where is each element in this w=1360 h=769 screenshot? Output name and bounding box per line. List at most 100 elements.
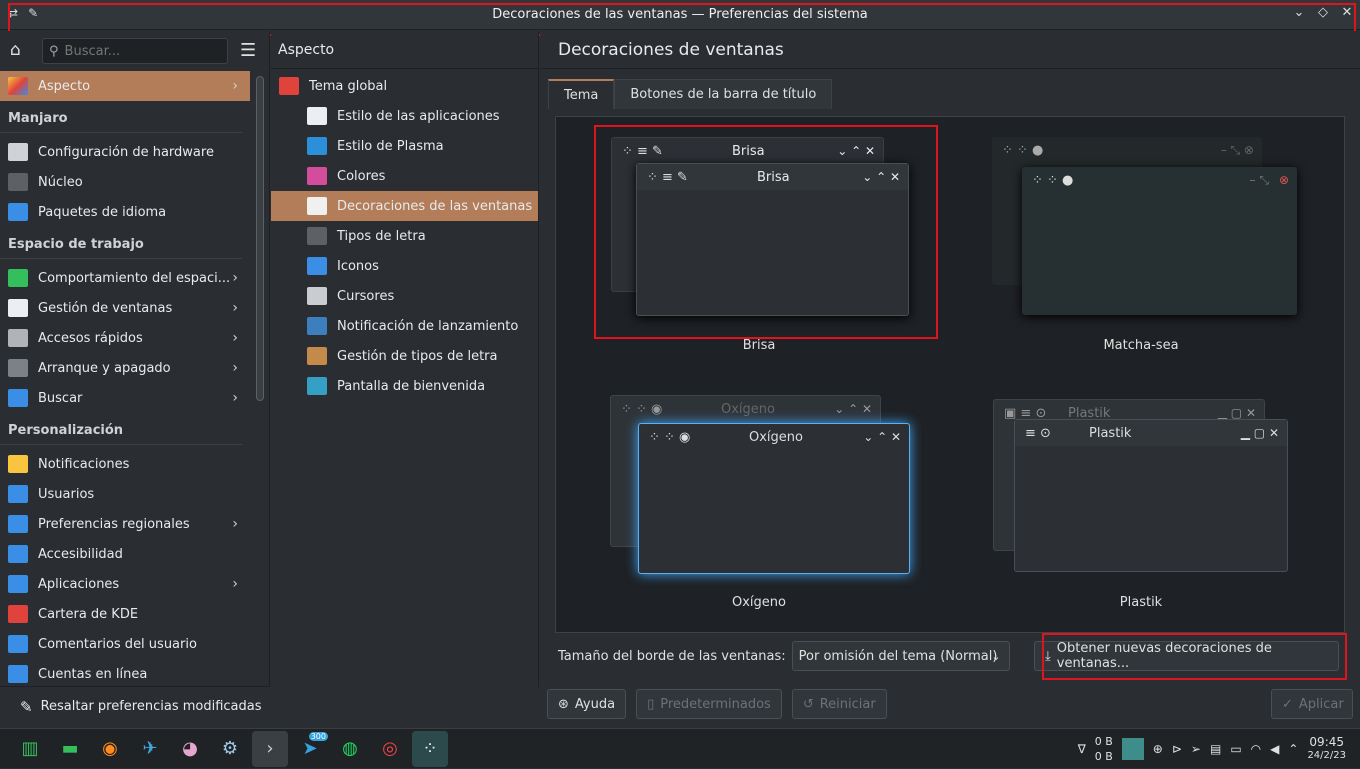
network-speed-icon: ∇ — [1077, 742, 1086, 756]
apply-button[interactable]: ✓ Aplicar — [1271, 689, 1353, 719]
border-size-value: Por omisión del tema (Normal) — [798, 648, 998, 664]
terminal-icon[interactable]: › — [252, 730, 288, 767]
subnav-item-icon — [307, 377, 327, 395]
sidebar-item[interactable]: Cuentas en línea — [0, 659, 250, 689]
monitor-icon[interactable] — [1121, 738, 1144, 760]
expand-tray-icon[interactable]: ⌃ — [1288, 742, 1298, 756]
reset-button[interactable]: ↺ Reiniciar — [791, 689, 887, 719]
hardware-icon — [8, 143, 28, 161]
sidebar-item[interactable]: Accesibilidad — [0, 539, 250, 569]
sidebar-item-label: Buscar — [38, 390, 83, 406]
sidebar-item[interactable]: Accesos rápidos › — [0, 323, 250, 353]
minimize-icon[interactable]: ⌄ — [1292, 5, 1306, 20]
border-size-label: Tamaño del borde de las ventanas: — [558, 648, 786, 664]
sidebar-item-label: Arranque y apagado — [38, 360, 171, 376]
close-icon[interactable]: ✕ — [1340, 5, 1354, 20]
sidebar-item-label: Accesos rápidos — [38, 330, 143, 346]
tab-botones[interactable]: Botones de la barra de título — [614, 79, 833, 109]
manjaro-menu-icon[interactable]: ▥ — [12, 731, 48, 767]
sidebar-item[interactable]: Aplicaciones › — [0, 569, 250, 599]
subnav-item[interactable]: Tipos de letra — [271, 221, 538, 251]
sidebar-item-label: Gestión de ventanas — [38, 300, 173, 316]
keyboard-icon — [8, 329, 28, 347]
sidebar-item[interactable]: Configuración de hardware — [0, 137, 250, 167]
subnav-item[interactable]: Notificación de lanzamiento — [271, 311, 538, 341]
chevron-down-icon: ⌄ — [991, 649, 1001, 663]
hamburger-menu-icon[interactable]: ☰ — [240, 40, 256, 61]
system-settings-icon[interactable]: ⁘ — [412, 730, 448, 767]
sidebar-section-title: Personalización — [0, 413, 242, 445]
app-icon[interactable]: ◕ — [172, 731, 208, 767]
online-accounts-icon — [8, 665, 28, 683]
highlight-changed-button[interactable]: ✎ Resaltar preferencias modificadas — [0, 686, 270, 726]
subnav-item[interactable]: Pantalla de bienvenida — [271, 371, 538, 401]
sidebar-item[interactable]: Usuarios — [0, 479, 250, 509]
clipboard-icon[interactable]: ▤ — [1210, 742, 1221, 756]
wifi-icon[interactable]: ◠ — [1251, 742, 1261, 756]
steam-icon[interactable]: ⚙ — [212, 731, 248, 767]
search-icon — [8, 389, 28, 407]
window-menu-icon[interactable]: ⇄ — [8, 6, 18, 20]
sidebar-item-aspecto[interactable]: Aspecto › — [0, 71, 250, 101]
subnav-item-label: Tipos de letra — [337, 228, 426, 244]
sidebar-scrollbar[interactable] — [256, 76, 264, 401]
sidebar-item[interactable]: Buscar › — [0, 383, 250, 413]
help-button[interactable]: ⊛ Ayuda — [547, 689, 627, 719]
storage-icon[interactable]: ▭ — [1230, 742, 1241, 756]
apply-label: Aplicar — [1298, 696, 1344, 712]
subnav-item[interactable]: Colores — [271, 161, 538, 191]
pin-icon[interactable]: ✎ — [28, 6, 38, 20]
sidebar-item-label: Preferencias regionales — [38, 516, 190, 532]
bell-icon — [8, 455, 28, 473]
sidebar-item[interactable]: Cartera de KDE — [0, 599, 250, 629]
sidebar-item-label: Comportamiento del espaci... — [38, 270, 231, 286]
defaults-icon: ▯ — [647, 696, 655, 712]
subnav-item-icon — [307, 347, 327, 365]
subnav-item-icon — [307, 317, 327, 335]
sidebar-item-label: Paquetes de idioma — [38, 204, 167, 220]
search-box[interactable]: ⚲ — [42, 38, 228, 64]
subnav-item-icon — [307, 257, 327, 275]
sidebar-section-title: Manjaro — [0, 101, 242, 133]
telegram-icon[interactable]: ➤ 300 — [292, 731, 328, 767]
chrome-icon[interactable]: ◎ — [372, 731, 408, 767]
subnav-item[interactable]: Gestión de tipos de letra — [271, 341, 538, 371]
send-icon[interactable]: ➢ — [1191, 742, 1201, 756]
sidebar-item[interactable]: Notificaciones — [0, 449, 250, 479]
sidebar-item[interactable]: Preferencias regionales › — [0, 509, 250, 539]
update-icon[interactable]: ⊕ — [1153, 742, 1163, 756]
sidebar-item[interactable]: Comentarios del usuario — [0, 629, 250, 659]
subnav-item[interactable]: Estilo de las aplicaciones — [271, 101, 538, 131]
sidebar-item[interactable]: Paquetes de idioma — [0, 197, 250, 227]
defaults-button[interactable]: ▯ Predeterminados — [636, 689, 782, 719]
media-icon[interactable]: ⊳ — [1172, 742, 1182, 756]
spotify-icon[interactable]: ◍ — [332, 731, 368, 767]
clock-time: 09:45 — [1309, 735, 1345, 749]
subnav-item[interactable]: Iconos — [271, 251, 538, 281]
window-titlebar: ⇄ ✎ Decoraciones de las ventanas — Prefe… — [0, 0, 1360, 30]
subnav-item[interactable]: Tema global — [271, 71, 538, 101]
subnav-item[interactable]: Cursores — [271, 281, 538, 311]
sidebar-item-label: Comentarios del usuario — [38, 636, 197, 652]
sidebar-item[interactable]: Arranque y apagado › — [0, 353, 250, 383]
preview-window-front: ⁘ ≡ ✎ Brisa ⌄ ⌃ ✕ — [636, 163, 909, 316]
sidebar-item[interactable]: Núcleo — [0, 167, 250, 197]
border-size-select[interactable]: Por omisión del tema (Normal) ⌄ — [791, 641, 1010, 671]
sidebar-item[interactable]: Gestión de ventanas › — [0, 293, 250, 323]
subnav-item-label: Pantalla de bienvenida — [337, 378, 486, 394]
search-input[interactable] — [64, 43, 215, 59]
preview-window-front: ≡ ⊙ Plastik ▁ ▢ ✕ — [1014, 419, 1288, 572]
kdeconnect-icon[interactable]: ✈ — [132, 731, 168, 767]
subnav-item[interactable]: Decoraciones de las ventanas — [271, 191, 538, 221]
taskbar: ▥ ▬ ◉ ✈ ◕ ⚙ › ➤ 300 ◍ ◎ ⁘ ∇ 0 B 0 B ⊕ ⊳ ➢… — [0, 728, 1360, 768]
files-icon[interactable]: ▬ — [52, 731, 88, 767]
sidebar-item[interactable]: Comportamiento del espaci... › — [0, 263, 250, 293]
volume-icon[interactable]: ◀ — [1270, 742, 1279, 756]
firefox-icon[interactable]: ◉ — [92, 731, 128, 767]
tab-tema[interactable]: Tema — [548, 79, 615, 109]
subnav-item[interactable]: Estilo de Plasma — [271, 131, 538, 161]
clock[interactable]: 09:45 24/2/23 — [1307, 736, 1346, 762]
get-new-decorations-button[interactable]: ⤓ Obtener nuevas decoraciones de ventana… — [1034, 641, 1339, 671]
maximize-icon[interactable]: ◇ — [1316, 5, 1330, 20]
home-icon[interactable]: ⌂ — [10, 40, 32, 62]
